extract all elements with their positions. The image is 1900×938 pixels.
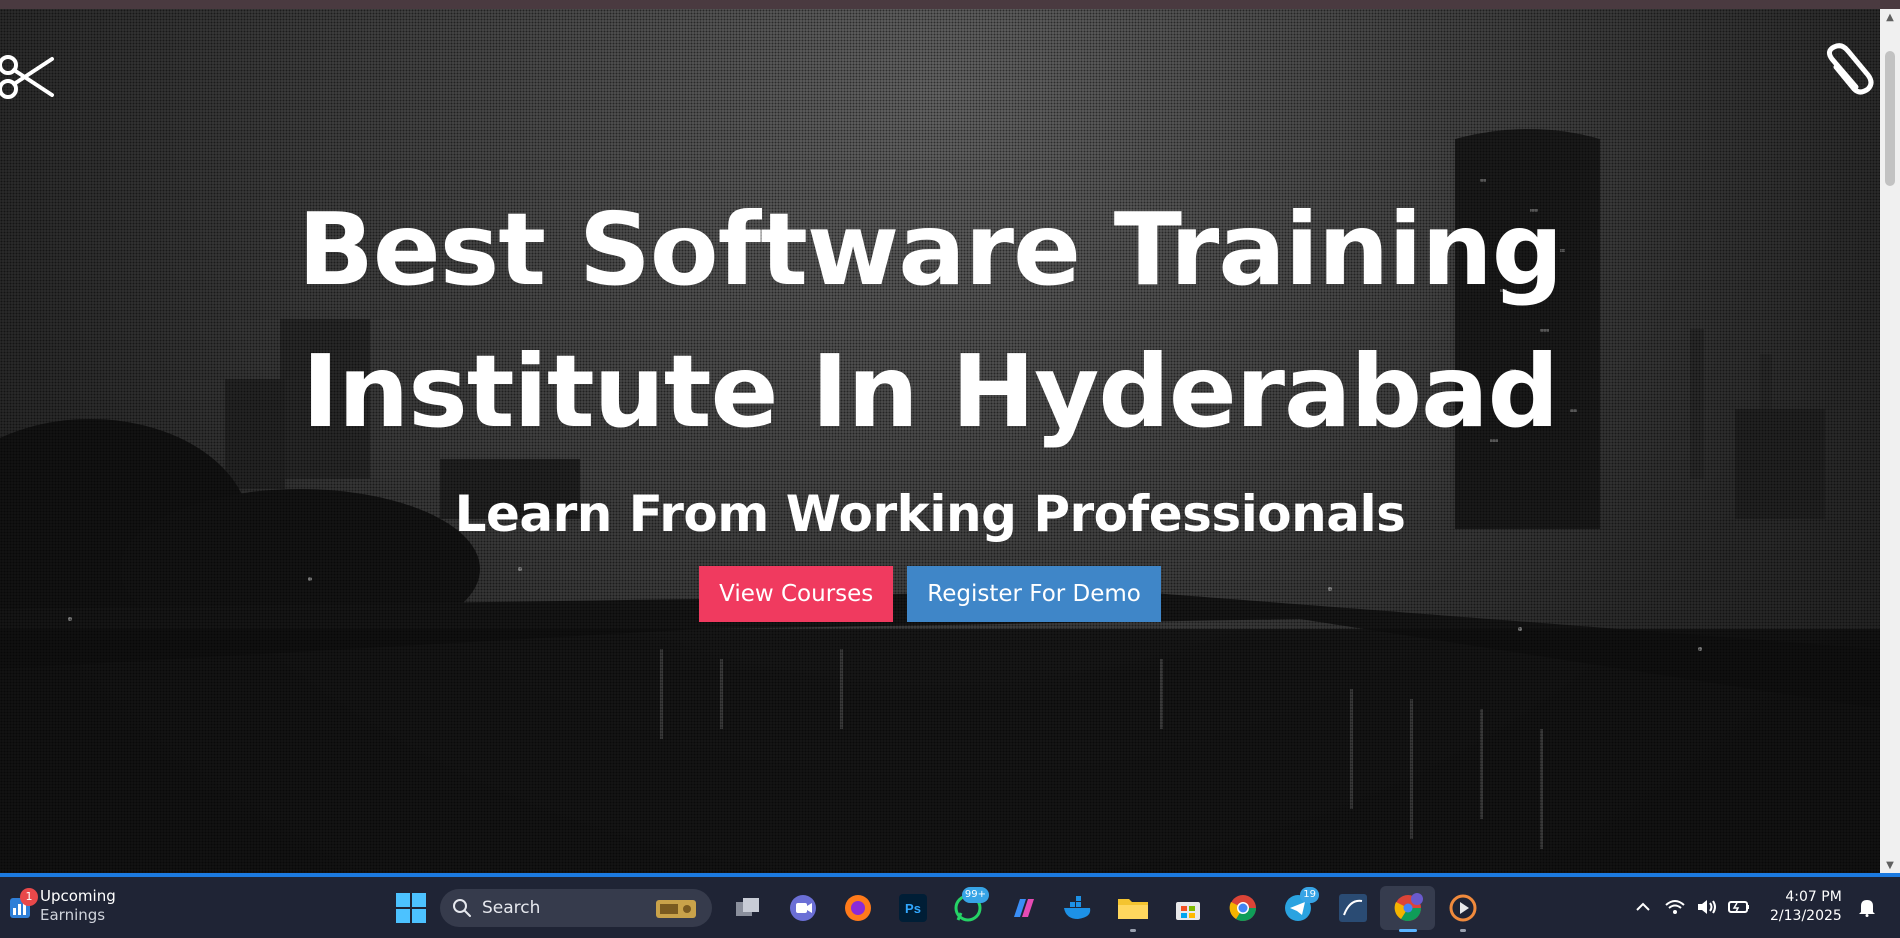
scroll-up-arrow-icon[interactable]: ▲	[1880, 9, 1900, 27]
chevron-up-icon[interactable]	[1630, 894, 1656, 920]
start-button[interactable]	[392, 889, 430, 927]
battery-icon[interactable]	[1726, 894, 1752, 920]
mysql-workbench-icon	[1338, 894, 1367, 922]
svg-text:Ps: Ps	[905, 901, 921, 916]
chrome-icon	[1229, 895, 1256, 922]
hero-section: Best Software Training Institute In Hyde…	[0, 9, 1880, 875]
search-highlight-radio-icon	[656, 900, 696, 918]
media-player-icon	[1449, 894, 1476, 922]
task-view-icon	[735, 898, 759, 916]
paperclip-icon[interactable]	[1812, 39, 1876, 103]
firefox-icon	[844, 895, 871, 921]
taskbar-app-chrome[interactable]	[1215, 886, 1270, 930]
search-icon	[453, 899, 471, 917]
notification-bell-icon[interactable]	[1854, 894, 1880, 920]
windows-taskbar: 1 Upcoming Earnings Search Ps 99+ 19 4:0…	[0, 873, 1900, 938]
hero-title-line1: Best Software Training	[297, 191, 1564, 308]
taskbar-app-media-player[interactable]	[1435, 886, 1490, 932]
hero-title: Best Software Training Institute In Hyde…	[0, 179, 1860, 463]
task-view-button[interactable]	[720, 886, 775, 930]
taskbar-app-copilot[interactable]	[995, 886, 1050, 930]
whatsapp-badge: 99+	[961, 887, 989, 903]
taskbar-app-whatsapp[interactable]: 99+	[940, 886, 995, 930]
taskbar-center: Search Ps 99+ 19	[392, 886, 1490, 932]
taskbar-app-store[interactable]	[1160, 886, 1215, 930]
system-tray: 4:07 PM 2/13/2025	[1630, 887, 1880, 927]
chrome-profile-icon	[1394, 893, 1423, 922]
scissors-icon[interactable]	[0, 43, 56, 107]
windows-logo-icon	[396, 893, 426, 923]
volume-icon[interactable]	[1694, 894, 1720, 920]
widgets-button[interactable]: 1 Upcoming Earnings	[8, 887, 116, 925]
vertical-scrollbar[interactable]: ▲ ▼	[1880, 9, 1900, 875]
taskbar-app-mysql-workbench[interactable]	[1325, 886, 1380, 930]
taskbar-app-teams[interactable]	[775, 886, 830, 930]
microsoft-store-icon	[1175, 902, 1200, 920]
hero-button-row: View Courses Register For Demo	[0, 566, 1860, 622]
taskbar-clock[interactable]: 4:07 PM 2/13/2025	[1770, 888, 1842, 926]
running-indicator	[1129, 929, 1136, 932]
taskbar-app-chrome-profile[interactable]	[1380, 886, 1435, 932]
widget-title: Upcoming	[40, 887, 116, 905]
wifi-icon[interactable]	[1662, 894, 1688, 920]
widget-badge: 1	[20, 888, 38, 906]
telegram-badge: 19	[1300, 887, 1319, 903]
folder-icon	[1117, 899, 1148, 919]
taskbar-app-docker[interactable]	[1050, 886, 1105, 930]
view-courses-button[interactable]: View Courses	[699, 566, 894, 622]
taskbar-app-firefox[interactable]	[830, 886, 885, 930]
taskbar-app-file-explorer[interactable]	[1105, 886, 1160, 932]
docker-icon	[1063, 896, 1090, 919]
copilot-icon	[1013, 899, 1034, 917]
scrollbar-thumb[interactable]	[1885, 51, 1895, 186]
clock-time: 4:07 PM	[1785, 889, 1842, 905]
photoshop-icon: Ps	[898, 894, 927, 922]
stock-chart-icon: 1	[8, 888, 38, 920]
search-label: Search	[482, 898, 541, 918]
running-indicator	[1459, 929, 1466, 932]
active-indicator	[1398, 929, 1417, 932]
taskbar-search-box[interactable]: Search	[440, 889, 712, 927]
taskbar-app-telegram[interactable]: 19	[1270, 886, 1325, 930]
clock-date: 2/13/2025	[1770, 908, 1842, 924]
taskbar-app-photoshop[interactable]: Ps	[885, 886, 940, 930]
browser-top-strip	[0, 0, 1900, 9]
widget-subtitle: Earnings	[40, 906, 106, 924]
register-demo-button[interactable]: Register For Demo	[907, 566, 1161, 622]
hero-title-line2: Institute In Hyderabad	[301, 333, 1559, 450]
teams-meet-icon	[789, 895, 816, 921]
hero-subtitle: Learn From Working Professionals	[454, 485, 1406, 543]
